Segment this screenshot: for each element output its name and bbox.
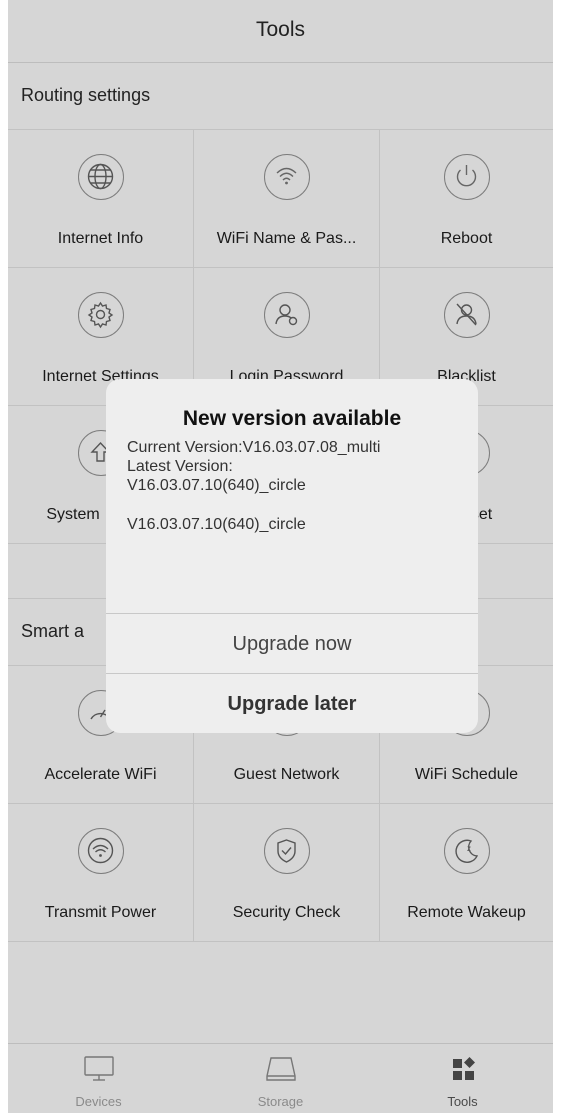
tab-label: Devices [75, 1094, 122, 1109]
drive-icon [265, 1057, 296, 1081]
moon-sleep-icon: z [443, 828, 490, 874]
header: Tools [8, 0, 553, 63]
tab-tools[interactable]: Tools [372, 1044, 553, 1113]
user-lock-icon [263, 292, 310, 338]
user-blocked-icon [443, 292, 490, 338]
monitor-icon [83, 1056, 114, 1081]
globe-icon [77, 154, 124, 200]
tile-security-check[interactable]: Security Check [194, 804, 380, 942]
latest-version-label: Latest Version: [127, 458, 233, 475]
upgrade-later-button[interactable]: Upgrade later [106, 673, 478, 733]
tile-remote-wakeup[interactable]: z Remote Wakeup [380, 804, 553, 942]
dialog-title: New version available [182, 407, 402, 430]
tab-storage[interactable]: Storage [190, 1044, 371, 1113]
wifi-signal-icon [77, 828, 124, 874]
section-header-routing: Routing settings [8, 63, 553, 130]
update-dialog: New version available Current Version:V1… [106, 379, 478, 733]
tile-transmit-power[interactable]: Transmit Power [8, 804, 194, 942]
tile-label: Internet Info [57, 230, 144, 247]
gear-icon [77, 292, 124, 338]
tile-reboot[interactable]: Reboot [380, 130, 553, 268]
latest-version-value: V16.03.07.10(640)_circle [127, 477, 306, 494]
current-version-text: Current Version:V16.03.07.08_multi [127, 439, 381, 456]
tile-label: Accelerate WiFi [44, 766, 157, 783]
tab-label: Tools [447, 1094, 478, 1109]
section-title: Routing settings [21, 85, 151, 105]
tile-label: Security Check [232, 904, 341, 921]
section-title: Smart a [21, 621, 85, 641]
svg-text:z: z [467, 844, 471, 853]
tile-label: Guest Network [233, 766, 340, 783]
upgrade-now-button[interactable]: Upgrade now [106, 613, 478, 674]
power-icon [443, 154, 490, 200]
page-title: Tools [255, 18, 306, 41]
tile-internet-info[interactable]: Internet Info [8, 130, 194, 268]
tab-label: Storage [257, 1094, 304, 1109]
tile-label: WiFi Name & Pas... [216, 230, 357, 247]
tab-devices[interactable]: Devices [8, 1044, 189, 1113]
tile-label: Transmit Power [44, 904, 157, 921]
wifi-icon [263, 154, 310, 200]
app-screen: Tools Routing settings Internet Info WiF… [8, 0, 553, 1113]
tile-wifi-name-password[interactable]: WiFi Name & Pas... [194, 130, 380, 268]
tile-label: Reboot [440, 230, 493, 247]
tile-label: WiFi Schedule [414, 766, 519, 783]
bottom-tab-bar: Devices Storage Tools [8, 1043, 553, 1113]
release-note: V16.03.07.10(640)_circle [127, 516, 306, 533]
tools-grid-icon [452, 1057, 475, 1080]
shield-check-icon [263, 828, 310, 874]
dialog-body: Current Version:V16.03.07.08_multi Lates… [127, 438, 467, 534]
tile-label: Remote Wakeup [407, 904, 526, 921]
